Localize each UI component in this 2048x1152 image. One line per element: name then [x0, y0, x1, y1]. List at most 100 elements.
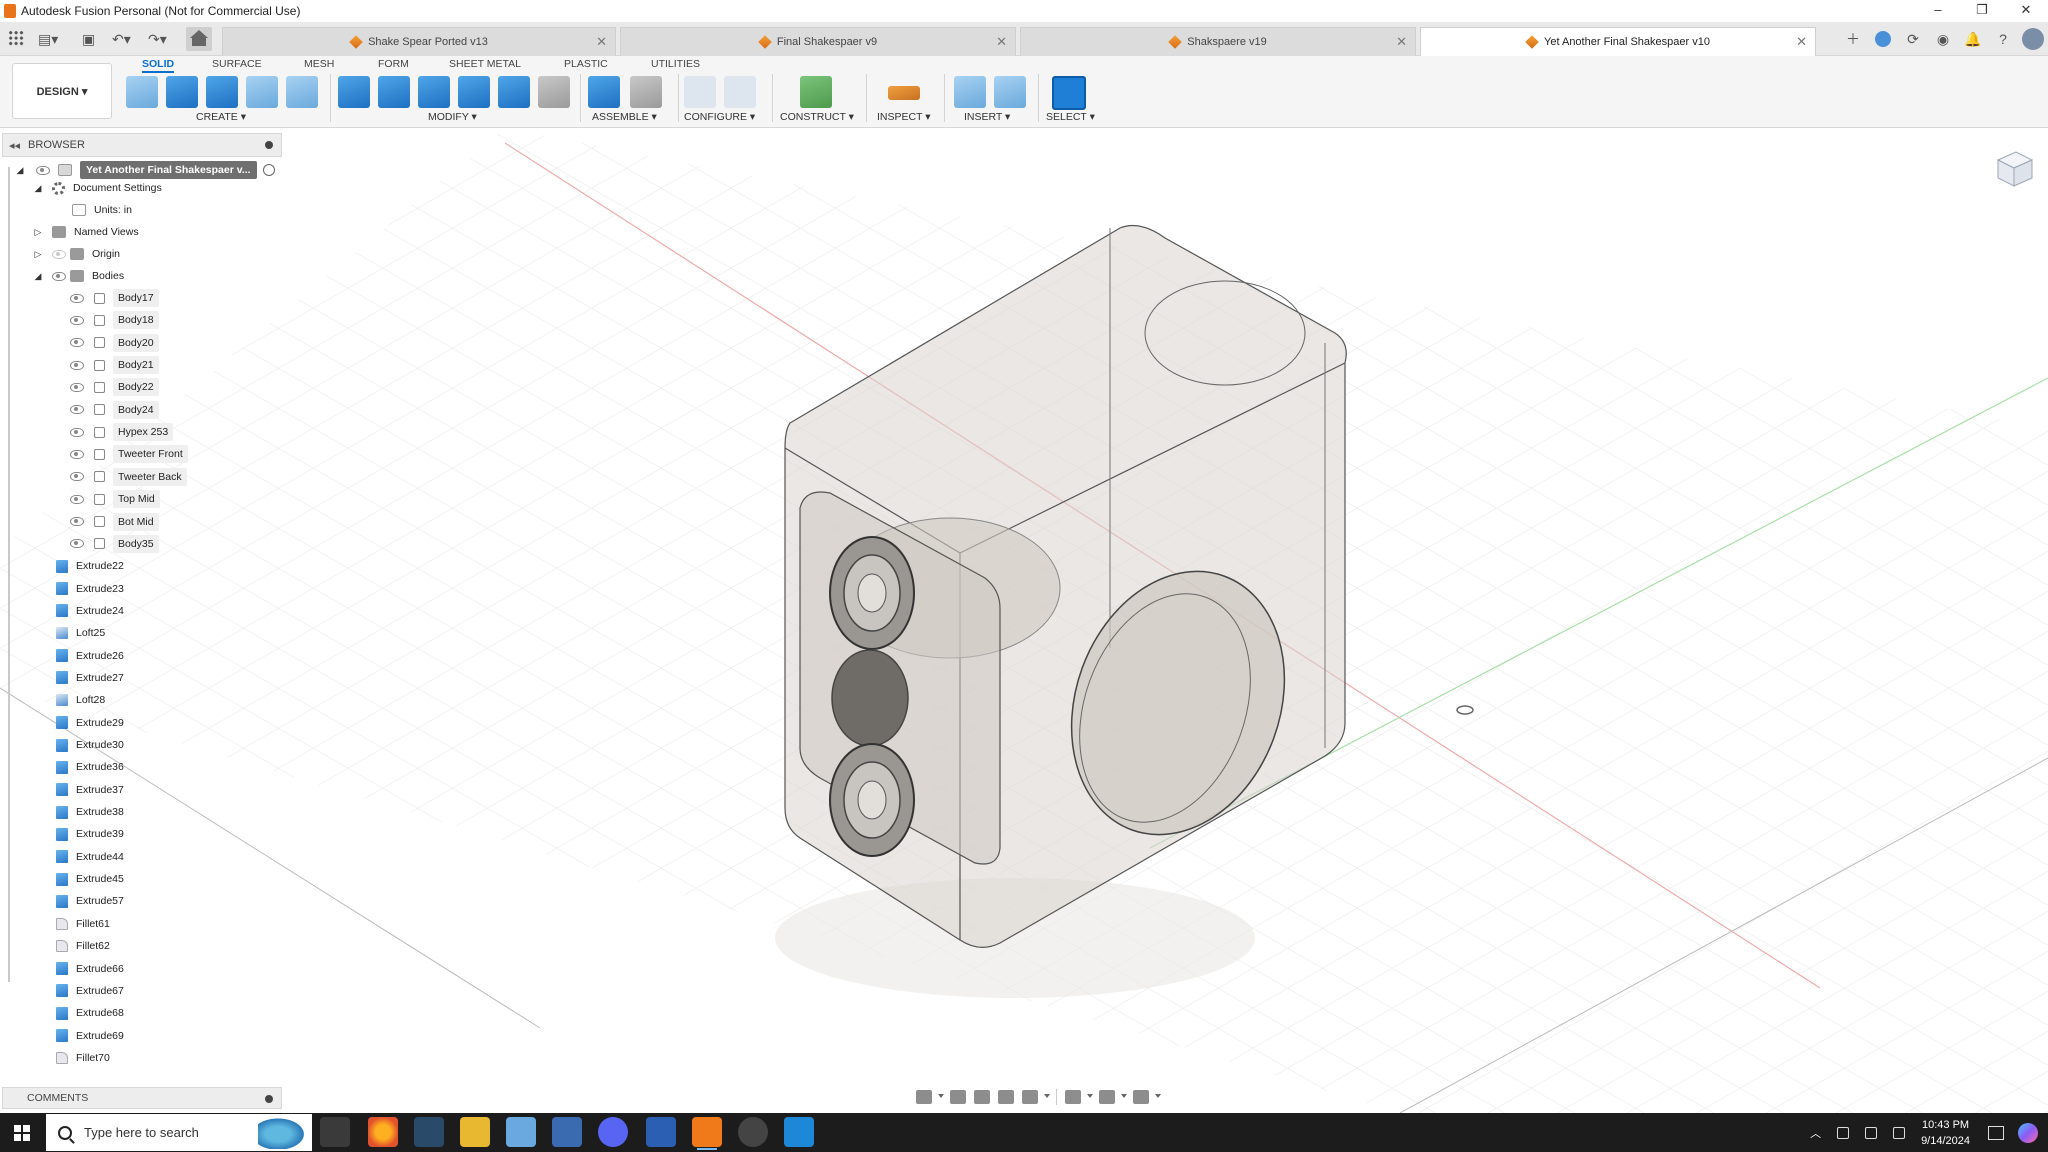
tree-item-feature[interactable]: Extrude30 — [56, 735, 124, 755]
new-component-icon[interactable] — [588, 76, 620, 108]
revolve-icon[interactable] — [206, 76, 238, 108]
viewports-icon[interactable] — [1133, 1090, 1149, 1104]
tree-item-document-settings[interactable]: ◢ Document Settings — [32, 178, 162, 198]
insert-canvas-icon[interactable] — [994, 76, 1026, 108]
press-pull-icon[interactable] — [338, 76, 370, 108]
3d-viewport[interactable] — [0, 128, 2048, 1113]
tree-item-feature[interactable]: Extrude67 — [56, 981, 124, 1001]
close-tab-icon[interactable]: ✕ — [596, 34, 607, 50]
tree-item-body[interactable]: Body22 — [70, 377, 159, 397]
tree-item-body[interactable]: Body24 — [70, 400, 159, 420]
tree-item-feature[interactable]: Loft25 — [56, 623, 105, 643]
expand-icon[interactable]: ▷ — [32, 227, 44, 238]
tree-item-origin[interactable]: ▷ Origin — [32, 244, 120, 264]
offset-plane-icon[interactable] — [800, 76, 832, 108]
visibility-eye-icon[interactable] — [70, 315, 84, 325]
wifi-icon[interactable] — [1893, 1126, 1906, 1139]
orbit-icon[interactable] — [916, 1090, 932, 1104]
tree-item-bodies[interactable]: ◢ Bodies — [32, 266, 124, 286]
tab-form[interactable]: FORM — [378, 56, 409, 73]
tab-shakspaere[interactable]: Shakspaere v19 ✕ — [1020, 27, 1416, 56]
discord-icon[interactable] — [598, 1117, 628, 1147]
tree-item-feature[interactable]: Extrude22 — [56, 556, 124, 576]
hole-icon[interactable] — [246, 76, 278, 108]
file-menu-icon[interactable]: ▤▾ — [38, 28, 58, 50]
extrude-icon[interactable] — [166, 76, 198, 108]
zoom-icon[interactable] — [998, 1090, 1014, 1104]
configure-table-icon[interactable] — [684, 76, 716, 108]
tweeter-front[interactable] — [831, 649, 909, 747]
configure-menu[interactable]: CONFIGURE ▾ — [684, 110, 755, 124]
measure-icon[interactable] — [888, 86, 920, 100]
tree-item-body[interactable]: Bot Mid — [70, 512, 159, 532]
browser-header[interactable]: ◂◂ BROWSER — [2, 133, 282, 157]
app-icon-2[interactable] — [738, 1117, 768, 1147]
tree-item-feature[interactable]: Extrude39 — [56, 824, 124, 844]
close-window-button[interactable]: ✕ — [2004, 0, 2048, 22]
combine-icon[interactable] — [498, 76, 530, 108]
pin-icon[interactable] — [265, 141, 273, 149]
close-tab-icon[interactable]: ✕ — [1396, 34, 1407, 50]
tab-final-shakespaer[interactable]: Final Shakespaer v9 ✕ — [620, 27, 1016, 56]
extensions-icon[interactable] — [1868, 22, 1898, 56]
tree-root[interactable]: ◢ Yet Another Final Shakespaer v... — [14, 160, 275, 180]
insert-derive-icon[interactable] — [954, 76, 986, 108]
tab-sheet-metal[interactable]: SHEET METAL — [449, 56, 521, 73]
tree-item-body[interactable]: Body18 — [70, 310, 159, 330]
windows-start-icon[interactable] — [14, 1125, 30, 1141]
chevron-down-icon[interactable] — [1121, 1094, 1127, 1100]
visibility-eye-icon[interactable] — [70, 427, 84, 437]
tree-item-feature[interactable]: Fillet70 — [56, 1048, 110, 1068]
firefox-icon[interactable] — [368, 1117, 398, 1147]
tab-utilities[interactable]: UTILITIES — [651, 56, 700, 73]
online-status-icon[interactable]: ◉ — [1928, 22, 1958, 56]
home-icon[interactable] — [186, 27, 212, 51]
fusion-taskbar-icon[interactable] — [692, 1117, 722, 1150]
visibility-eye-icon[interactable] — [70, 472, 84, 482]
tree-item-feature[interactable]: Extrude27 — [56, 668, 124, 688]
file-explorer-icon[interactable] — [460, 1117, 490, 1147]
show-hidden-icons-icon[interactable]: ︿ — [1810, 1125, 1821, 1141]
visibility-eye-icon[interactable] — [70, 338, 84, 348]
tree-item-body[interactable]: Body17 — [70, 288, 159, 308]
chamfer-icon[interactable] — [418, 76, 450, 108]
job-status-icon[interactable]: ⟳ — [1898, 22, 1928, 56]
paint-icon[interactable] — [784, 1117, 814, 1147]
notification-center-icon[interactable] — [1988, 1125, 2004, 1140]
tab-shake-spear-ported[interactable]: Shake Spear Ported v13 ✕ — [222, 27, 616, 56]
tree-item-body[interactable]: Body35 — [70, 534, 159, 554]
visibility-eye-icon[interactable] — [70, 494, 84, 504]
collapse-panel-icon[interactable]: ◂◂ — [9, 139, 20, 152]
tree-item-feature[interactable]: Extrude68 — [56, 1003, 124, 1023]
word-icon[interactable] — [646, 1117, 676, 1147]
tree-item-body[interactable]: Tweeter Back — [70, 467, 187, 487]
move-copy-icon[interactable] — [538, 76, 570, 108]
notifications-icon[interactable]: 🔔 — [1958, 22, 1988, 56]
tab-plastic[interactable]: PLASTIC — [564, 56, 608, 73]
save-icon[interactable]: ▣ — [82, 28, 95, 50]
tree-item-feature[interactable]: Extrude36 — [56, 757, 124, 777]
tree-item-feature[interactable]: Extrude29 — [56, 713, 124, 733]
pin-icon[interactable] — [265, 1095, 273, 1103]
construct-menu[interactable]: CONSTRUCT ▾ — [780, 110, 854, 124]
restore-button[interactable]: ❐ — [1960, 0, 2004, 22]
visibility-eye-icon[interactable] — [36, 165, 50, 175]
insert-menu[interactable]: INSERT ▾ — [964, 110, 1010, 124]
joint-icon[interactable] — [630, 76, 662, 108]
app-icon[interactable] — [506, 1117, 536, 1147]
visibility-eye-icon[interactable] — [70, 293, 84, 303]
tree-item-feature[interactable]: Extrude69 — [56, 1026, 124, 1046]
fillet-icon[interactable] — [378, 76, 410, 108]
view-cube[interactable] — [1988, 142, 2038, 192]
workspace-switcher-button[interactable]: DESIGN ▾ — [12, 63, 112, 119]
chevron-down-icon[interactable] — [1087, 1094, 1093, 1100]
visibility-eye-icon[interactable] — [52, 271, 66, 281]
assemble-menu[interactable]: ASSEMBLE ▾ — [592, 110, 657, 124]
chevron-down-icon[interactable] — [938, 1094, 944, 1100]
visibility-eye-icon[interactable] — [52, 249, 66, 259]
close-tab-icon[interactable]: ✕ — [1796, 34, 1807, 50]
pattern-icon[interactable] — [286, 76, 318, 108]
visibility-eye-icon[interactable] — [70, 405, 84, 415]
grid-snap-icon[interactable] — [1099, 1090, 1115, 1104]
tree-item-feature[interactable]: Extrude38 — [56, 802, 124, 822]
